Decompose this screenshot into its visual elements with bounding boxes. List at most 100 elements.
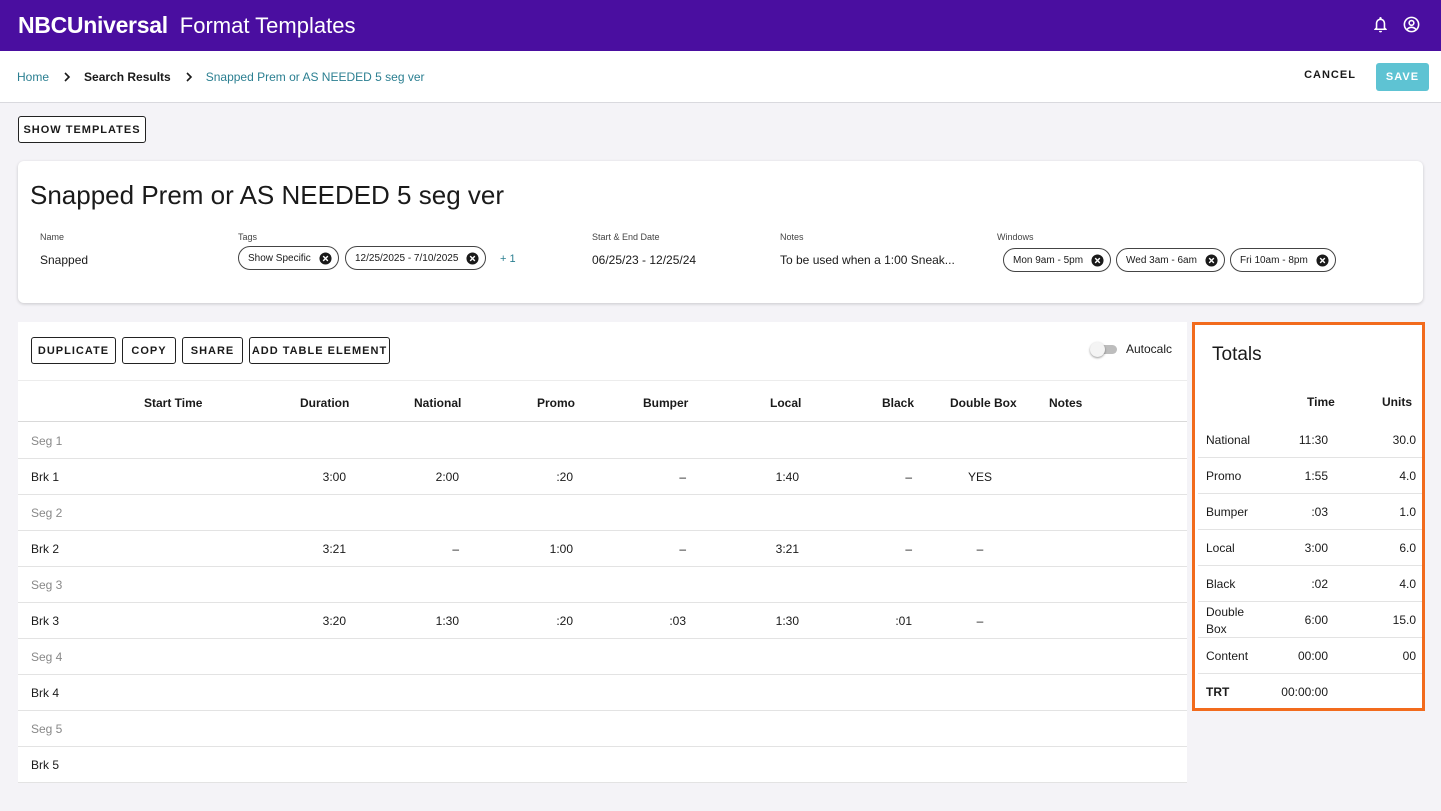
totals-title: Totals	[1212, 344, 1262, 365]
segment-row[interactable]: Seg 1	[18, 423, 1187, 459]
totals-row-label: Local	[1206, 541, 1235, 555]
segment-label: Seg 1	[31, 434, 63, 448]
cell-black[interactable]: –	[905, 470, 912, 484]
breadcrumb-bar: Home Search Results Snapped Prem or AS N…	[0, 51, 1441, 103]
break-row[interactable]: Brk 3 3:20 1:30:20:03 1:30:01 –	[18, 603, 1187, 639]
cell-double-box[interactable]: YES	[940, 470, 1020, 484]
break-row[interactable]: Brk 5	[18, 747, 1187, 783]
cell-double-box[interactable]: –	[940, 614, 1020, 628]
dates-label: Start & End Date	[592, 232, 660, 242]
close-icon[interactable]	[1091, 253, 1104, 267]
bell-icon[interactable]	[1371, 15, 1390, 34]
template-info-card: Snapped Prem or AS NEEDED 5 seg ver Name…	[18, 161, 1423, 303]
trt-label: TRT	[1206, 685, 1230, 699]
cell-bumper[interactable]: –	[679, 542, 686, 556]
totals-row-label: Promo	[1206, 469, 1242, 483]
column-header[interactable]: Start Time	[144, 396, 202, 410]
notes-value: To be used when a 1:00 Sneak...	[780, 253, 955, 267]
window-chip[interactable]: Mon 9am - 5pm	[1003, 248, 1112, 272]
show-templates-button[interactable]: SHOW TEMPLATES	[18, 116, 146, 143]
cell-duration[interactable]: 3:00	[323, 470, 346, 484]
trt-time: 00:00:00	[1281, 685, 1328, 699]
column-header[interactable]: Notes	[1049, 396, 1082, 410]
duplicate-button[interactable]: DUPLICATE	[31, 337, 116, 364]
totals-row-label: Double Box	[1206, 605, 1245, 636]
close-icon[interactable]	[319, 251, 332, 265]
cell-double-box[interactable]: –	[940, 542, 1020, 556]
tags-more-link[interactable]: + 1	[500, 253, 516, 265]
account-icon[interactable]	[1402, 15, 1421, 34]
share-button[interactable]: SHARE	[182, 337, 243, 364]
breadcrumb-search-results[interactable]: Search Results	[84, 70, 171, 84]
cell-black[interactable]: –	[905, 542, 912, 556]
cell-duration[interactable]: 3:21	[323, 542, 346, 556]
segment-label: Seg 3	[31, 578, 63, 592]
autocalc-label: Autocalc	[1126, 342, 1173, 356]
totals-row-time: 1:55	[1304, 469, 1328, 483]
cell-promo[interactable]: 1:00	[550, 542, 573, 556]
autocalc-control: Autocalc	[1090, 342, 1173, 357]
segment-label: Seg 2	[31, 506, 63, 520]
window-chip[interactable]: Wed 3am - 6am	[1116, 248, 1225, 272]
break-row[interactable]: Brk 2 3:21 – 1:00 – 3:21 – –	[18, 531, 1187, 567]
name-label: Name	[40, 232, 65, 242]
cell-national[interactable]: –	[452, 542, 459, 556]
cell-bumper[interactable]: :03	[669, 614, 686, 628]
column-header[interactable]: Double Box	[950, 396, 1017, 410]
column-header[interactable]: Local	[770, 396, 801, 410]
cell-local[interactable]: 1:40	[776, 470, 799, 484]
segment-row[interactable]: Seg 2	[18, 495, 1187, 531]
totals-row-units: 4.0	[1399, 469, 1416, 483]
segment-row[interactable]: Seg 4	[18, 639, 1187, 675]
table-header: Start Time Duration National Promo Bumpe…	[18, 380, 1187, 422]
cell-national[interactable]: 1:30	[436, 614, 459, 628]
cell-local[interactable]: 1:30	[776, 614, 799, 628]
totals-row-time: 6:00	[1304, 613, 1328, 627]
totals-row-units: 6.0	[1399, 541, 1416, 555]
cell-local[interactable]: 3:21	[776, 542, 799, 556]
cell-duration[interactable]: 3:20	[323, 614, 346, 628]
cell-black[interactable]: :01	[895, 614, 912, 628]
close-icon[interactable]	[1316, 253, 1329, 267]
windows-label: Windows	[997, 232, 1034, 242]
copy-button[interactable]: COPY	[122, 337, 176, 364]
break-label: Brk 4	[31, 686, 60, 700]
tag-chip[interactable]: Show Specific	[238, 246, 339, 270]
totals-panel: Totals Time Units National 11:30 30.0 Promo…	[1192, 322, 1425, 711]
tag-chip[interactable]: 12/25/2025 - 7/10/2025	[345, 246, 487, 270]
column-header[interactable]: Promo	[537, 396, 575, 410]
segment-label: Seg 4	[31, 650, 63, 664]
segment-row[interactable]: Seg 5	[18, 711, 1187, 747]
totals-row: Promo 1:55 4.0	[1198, 458, 1422, 494]
totals-row-time: 00:00	[1297, 649, 1328, 663]
cell-national[interactable]: 2:00	[436, 470, 459, 484]
totals-row: National 11:30 30.0	[1198, 422, 1422, 458]
column-header[interactable]: Black	[882, 396, 914, 410]
app-header: NBCUniversal Format Templates	[0, 0, 1441, 51]
totals-row-time: 11:30	[1298, 433, 1328, 447]
column-header[interactable]: National	[414, 396, 461, 410]
close-icon[interactable]	[1205, 253, 1218, 267]
break-row[interactable]: Brk 4	[18, 675, 1187, 711]
totals-row-time: :02	[1311, 577, 1328, 591]
totals-row-units: 1.0	[1399, 505, 1416, 519]
save-button[interactable]: SAVE	[1376, 63, 1429, 91]
column-header[interactable]: Bumper	[643, 396, 688, 410]
totals-row-time: 3:00	[1304, 541, 1328, 555]
name-value: Snapped	[40, 253, 89, 267]
tags-label: Tags	[238, 232, 258, 242]
cancel-button[interactable]: CANCEL	[1298, 69, 1362, 85]
cell-promo[interactable]: :20	[556, 614, 573, 628]
window-chip[interactable]: Fri 10am - 8pm	[1230, 248, 1336, 272]
totals-row: Bumper:03 1.0	[1198, 494, 1422, 530]
segment-row[interactable]: Seg 3	[18, 567, 1187, 603]
segment-label: Seg 5	[31, 722, 63, 736]
close-icon[interactable]	[466, 251, 479, 265]
cell-promo[interactable]: :20	[556, 470, 573, 484]
break-row[interactable]: Brk 1 3:00 2:00:20 – 1:40 – YES	[18, 459, 1187, 495]
add-table-element-button[interactable]: ADD TABLE ELEMENT	[249, 337, 390, 364]
column-header[interactable]: Duration	[300, 396, 349, 410]
cell-bumper[interactable]: –	[679, 470, 686, 484]
breadcrumb-home[interactable]: Home	[17, 70, 49, 84]
autocalc-toggle[interactable]	[1090, 342, 1117, 357]
